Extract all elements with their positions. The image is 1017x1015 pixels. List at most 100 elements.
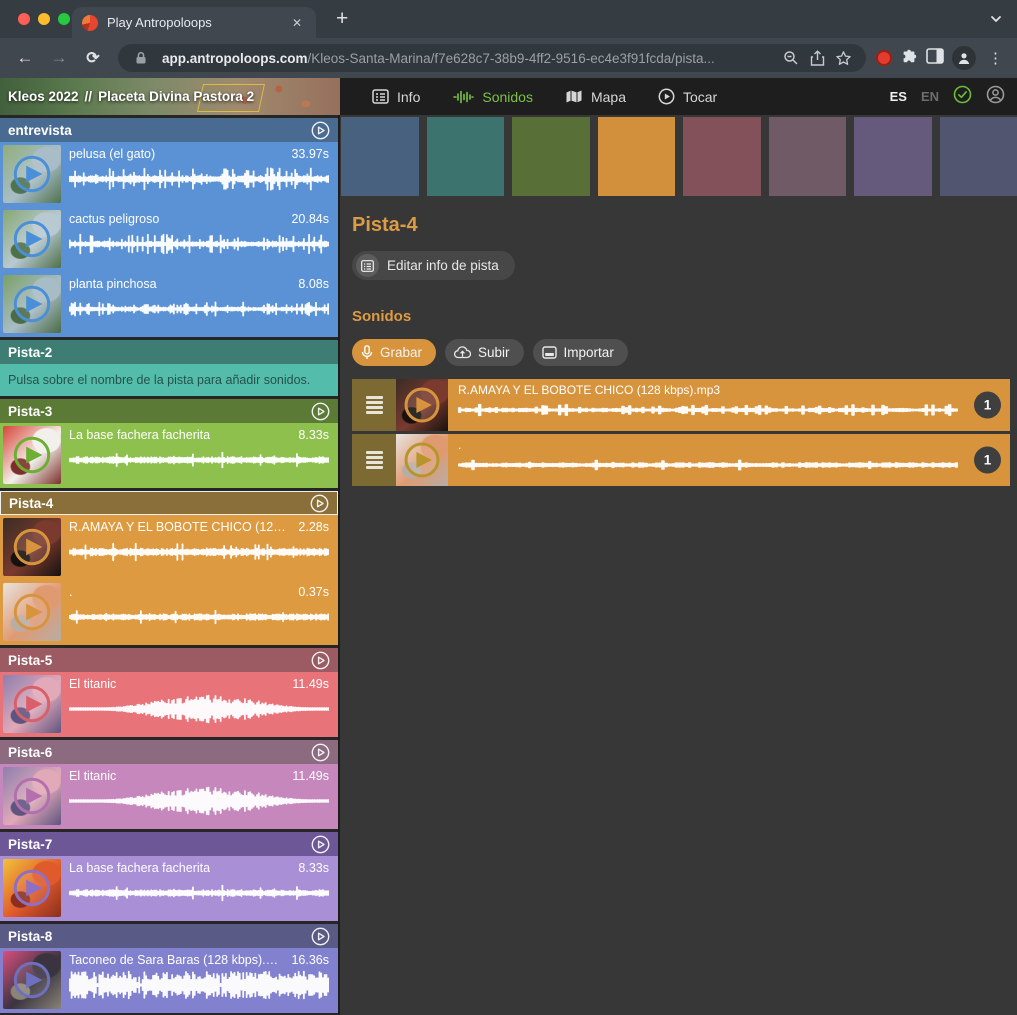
sounds-section-label: Sonidos: [352, 308, 1017, 325]
sound-row[interactable]: .1: [352, 434, 1010, 486]
browser-tab[interactable]: Play Antropoloops ✕: [72, 7, 316, 38]
breadcrumb-project[interactable]: Kleos 2022: [8, 89, 79, 104]
sound-item[interactable]: Taconeo de Sara Baras (128 kbps).mp316.3…: [0, 948, 338, 1013]
sound-item[interactable]: El titanic11.49s: [0, 764, 338, 829]
new-tab-button[interactable]: +: [330, 6, 354, 38]
color-swatch-5[interactable]: [683, 117, 761, 196]
waveform: [69, 164, 329, 194]
nav-tab-mapa[interactable]: Mapa: [553, 78, 638, 115]
sound-item[interactable]: R.AMAYA Y EL BOBOTE CHICO (128 kbps)....…: [0, 515, 338, 580]
sound-item[interactable]: La base fachera facherita8.33s: [0, 423, 338, 488]
track-header-entrevista[interactable]: entrevista: [0, 118, 338, 142]
drag-handle[interactable]: [352, 434, 396, 486]
share-icon[interactable]: [804, 45, 830, 71]
sound-thumbnail[interactable]: [3, 426, 61, 484]
track-header-pista-7[interactable]: Pista-7: [0, 832, 338, 856]
thumbnail-play-icon[interactable]: [401, 384, 443, 426]
sound-thumbnail[interactable]: [3, 859, 61, 917]
profile-avatar[interactable]: [952, 46, 976, 70]
thumbnail-play-icon[interactable]: [10, 217, 54, 261]
thumbnail-play-icon[interactable]: [10, 282, 54, 326]
sound-thumbnail[interactable]: [3, 675, 61, 733]
browser-menu-icon[interactable]: ⋮: [984, 49, 1007, 67]
sound-thumbnail[interactable]: [3, 145, 61, 203]
sound-duration: 11.49s: [292, 769, 329, 783]
extensions-puzzle-icon[interactable]: [900, 47, 918, 70]
reload-button[interactable]: ⟳: [78, 43, 108, 73]
thumbnail-play-icon[interactable]: [10, 866, 54, 910]
side-panel-icon[interactable]: [926, 48, 944, 69]
lang-en[interactable]: EN: [921, 89, 939, 104]
color-swatch-2[interactable]: [427, 117, 505, 196]
track-header-pista-2[interactable]: Pista-2: [0, 340, 338, 364]
color-swatch-3[interactable]: [512, 117, 590, 196]
sound-item[interactable]: pelusa (el gato)33.97s: [0, 142, 338, 207]
zoom-window-button[interactable]: [58, 13, 70, 25]
sound-item-main: R.AMAYA Y EL BOBOTE CHICO (128 kbps)....…: [61, 518, 335, 577]
thumbnail-play-icon[interactable]: [10, 590, 54, 634]
nav-tab-info[interactable]: Info: [360, 78, 432, 115]
tab-close-icon[interactable]: ✕: [288, 14, 306, 32]
sound-thumbnail[interactable]: [3, 767, 61, 825]
thumbnail-play-icon[interactable]: [401, 439, 443, 481]
bookmark-star-icon[interactable]: [830, 45, 856, 71]
record-button[interactable]: Grabar: [352, 339, 436, 366]
sound-thumbnail[interactable]: [3, 210, 61, 268]
forward-button[interactable]: →: [44, 43, 74, 73]
minimize-window-button[interactable]: [38, 13, 50, 25]
color-swatch-8[interactable]: [940, 117, 1017, 196]
color-swatch-6[interactable]: [769, 117, 847, 196]
thumbnail-play-icon[interactable]: [10, 682, 54, 726]
track-header-pista-3[interactable]: Pista-3: [0, 399, 338, 423]
color-swatch-1[interactable]: [341, 117, 419, 196]
sound-thumbnail[interactable]: [3, 951, 61, 1009]
edit-track-info-button[interactable]: Editar info de pista: [352, 251, 515, 280]
nav-tab-sonidos[interactable]: Sonidos: [440, 78, 545, 115]
upload-button[interactable]: Subir: [445, 339, 524, 366]
track-header-pista-6[interactable]: Pista-6: [0, 740, 338, 764]
thumbnail-play-icon[interactable]: [10, 958, 54, 1002]
track-header-pista-5[interactable]: Pista-5: [0, 648, 338, 672]
sound-thumbnail[interactable]: [3, 275, 61, 333]
lang-es[interactable]: ES: [890, 89, 907, 104]
project-banner[interactable]: Kleos 2022//Placeta Divina Pastora 2: [0, 78, 340, 115]
color-swatch-4[interactable]: [598, 117, 676, 196]
track-play-icon[interactable]: [311, 651, 330, 670]
thumbnail-play-icon[interactable]: [10, 525, 54, 569]
track-header-pista-8[interactable]: Pista-8: [0, 924, 338, 948]
sound-item[interactable]: La base fachera facherita8.33s: [0, 856, 338, 921]
zoom-out-icon[interactable]: [778, 45, 804, 71]
sync-check-icon[interactable]: [953, 85, 972, 109]
sound-row[interactable]: R.AMAYA Y EL BOBOTE CHICO (128 kbps).mp3…: [352, 379, 1010, 431]
nav-tab-sonidos-label: Sonidos: [482, 89, 533, 105]
sound-thumbnail[interactable]: [396, 434, 448, 486]
thumbnail-play-icon[interactable]: [10, 152, 54, 196]
sound-item[interactable]: cactus peligroso20.84s: [0, 207, 338, 272]
tab-search-chevron-icon[interactable]: [989, 12, 1003, 31]
sound-item[interactable]: El titanic11.49s: [0, 672, 338, 737]
back-button[interactable]: ←: [10, 43, 40, 73]
nav-tab-mapa-label: Mapa: [591, 89, 626, 105]
track-header-pista-4[interactable]: Pista-4: [0, 491, 338, 515]
nav-tab-tocar[interactable]: Tocar: [646, 78, 729, 115]
track-play-icon[interactable]: [311, 743, 330, 762]
close-window-button[interactable]: [18, 13, 30, 25]
thumbnail-play-icon[interactable]: [10, 774, 54, 818]
drag-handle[interactable]: [352, 379, 396, 431]
track-play-icon[interactable]: [311, 121, 330, 140]
sound-item[interactable]: planta pinchosa8.08s: [0, 272, 338, 337]
color-swatch-7[interactable]: [854, 117, 932, 196]
track-play-icon[interactable]: [311, 402, 330, 421]
track-play-icon[interactable]: [311, 927, 330, 946]
sound-thumbnail[interactable]: [3, 518, 61, 576]
import-button[interactable]: Importar: [533, 339, 628, 366]
sound-item[interactable]: .0.37s: [0, 580, 338, 645]
record-indicator-icon[interactable]: [876, 50, 892, 66]
track-play-icon[interactable]: [310, 494, 329, 513]
url-bar[interactable]: app.antropoloops.com/Kleos-Santa-Marina/…: [118, 44, 866, 72]
sound-thumbnail[interactable]: [396, 379, 448, 431]
account-icon[interactable]: [986, 85, 1005, 109]
thumbnail-play-icon[interactable]: [10, 433, 54, 477]
track-play-icon[interactable]: [311, 835, 330, 854]
sound-thumbnail[interactable]: [3, 583, 61, 641]
